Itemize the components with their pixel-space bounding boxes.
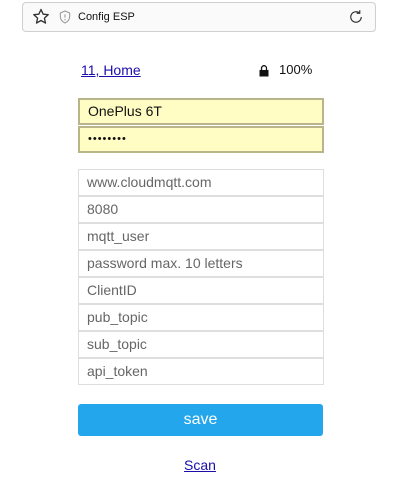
battery-level: 100% [279,62,313,77]
shield-icon [59,10,71,24]
lock-icon [259,65,269,77]
status-row: 11, Home 100% [81,62,321,80]
save-button[interactable]: save [78,404,323,436]
mqtt-server-input[interactable]: www.cloudmqtt.com [78,169,324,196]
client-id-input[interactable]: ClientID [78,277,324,304]
sub-topic-input[interactable]: sub_topic [78,331,324,358]
network-link[interactable]: 11, Home [81,62,141,78]
reload-icon[interactable] [347,8,365,26]
page-title: Config ESP [78,11,135,23]
pub-topic-input[interactable]: pub_topic [78,304,324,331]
bookmark-star-icon[interactable] [31,7,51,27]
wifi-ssid-input[interactable]: OnePlus 6T [78,98,324,125]
mqtt-user-input[interactable]: mqtt_user [78,223,324,250]
api-token-input[interactable]: api_token [78,358,324,385]
mqtt-port-input[interactable]: 8080 [78,196,324,223]
mqtt-password-input[interactable]: password max. 10 letters [78,250,324,277]
wifi-password-input[interactable]: •••••••• [78,126,324,153]
address-bar[interactable]: Config ESP [22,2,376,32]
scan-link[interactable]: Scan [0,457,400,473]
